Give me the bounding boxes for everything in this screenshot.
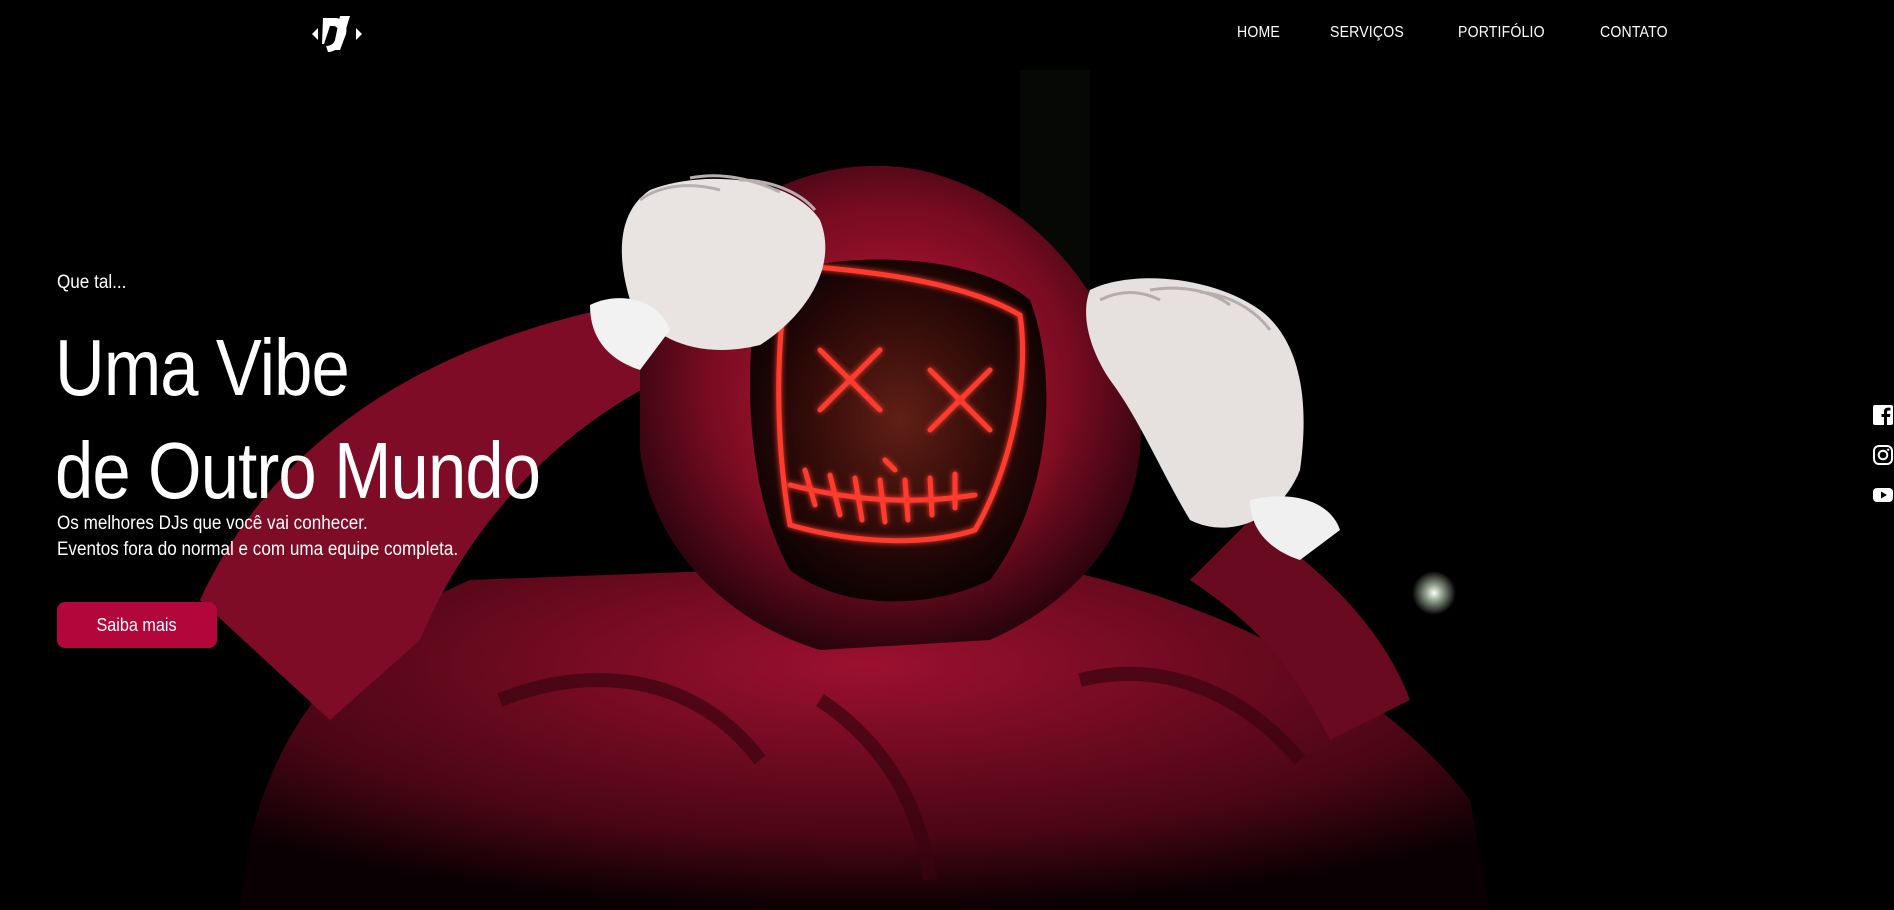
dj-logo-icon[interactable] xyxy=(310,12,364,56)
nav-item-contato[interactable]: CONTATO xyxy=(1600,22,1668,44)
saiba-mais-label: Saiba mais xyxy=(96,614,178,635)
hero-subtitle-line2: Eventos fora do normal e com uma equipe … xyxy=(57,539,459,560)
hero-subtitle: Os melhores DJs que você vai conhecer. E… xyxy=(57,511,458,563)
facebook-icon[interactable] xyxy=(1872,404,1894,426)
nav-item-home[interactable]: HOME xyxy=(1237,22,1280,44)
saiba-mais-button[interactable]: Saiba mais xyxy=(57,602,217,648)
site-header: HOME SERVIÇOS PORTIFÓLIO CONTATO xyxy=(0,0,1894,66)
hero-subtitle-line1: Os melhores DJs que você vai conhecer. xyxy=(57,513,368,534)
hero-eyebrow: Que tal... xyxy=(57,272,127,293)
hero-title-line1: Uma Vibe xyxy=(55,323,350,412)
hero-title-line2: de Outro Mundo xyxy=(55,426,541,515)
instagram-icon[interactable] xyxy=(1872,444,1894,466)
nav-item-servicos[interactable]: SERVIÇOS xyxy=(1330,22,1404,44)
hero-title: Uma Vibe de Outro Mundo xyxy=(55,316,541,522)
nav-item-portifolio[interactable]: PORTIFÓLIO xyxy=(1458,22,1545,44)
youtube-icon[interactable] xyxy=(1872,484,1894,506)
social-sidebar xyxy=(1868,404,1894,524)
main-nav: HOME SERVIÇOS PORTIFÓLIO CONTATO xyxy=(1237,22,1721,44)
